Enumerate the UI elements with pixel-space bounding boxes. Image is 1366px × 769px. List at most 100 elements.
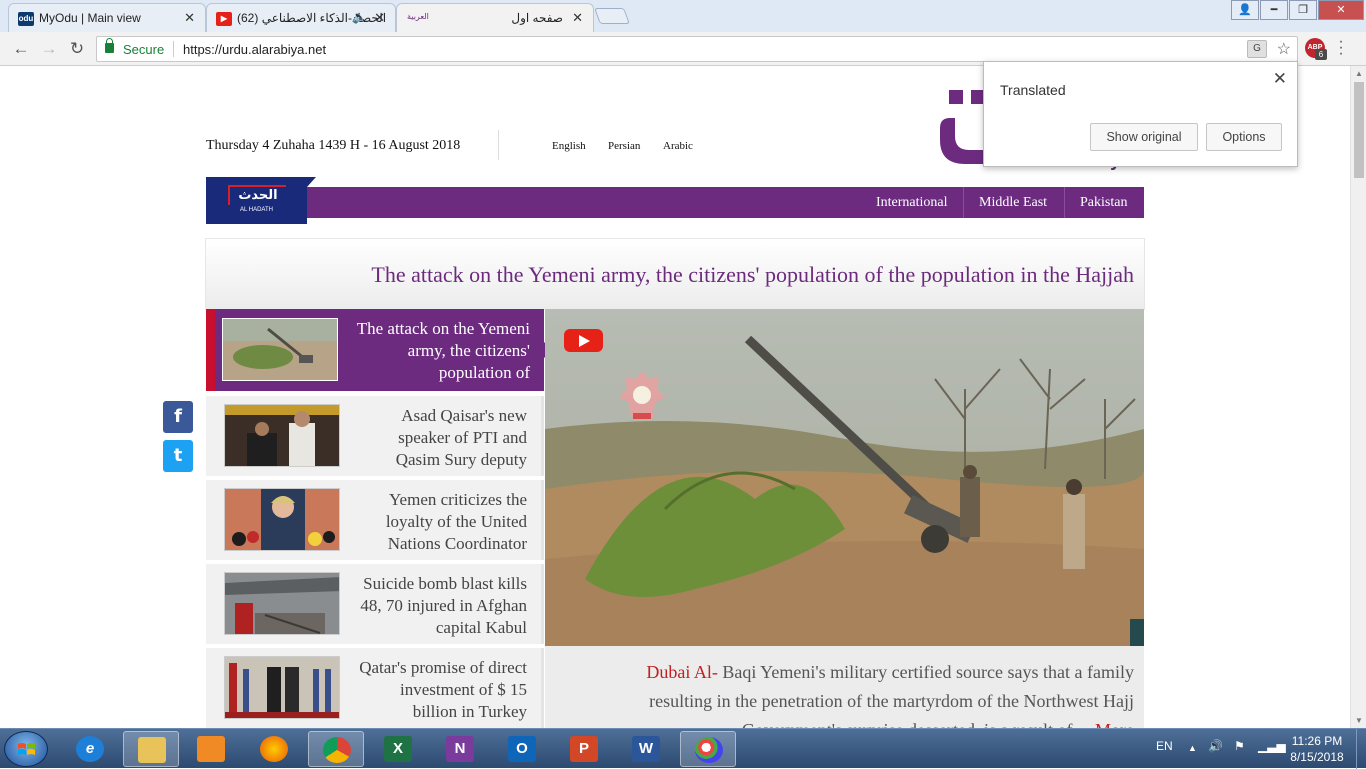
taskbar-chrome[interactable] [308, 731, 364, 767]
translate-status: Translated [1000, 82, 1066, 98]
secure-label: Secure [123, 42, 165, 57]
clock-date: 8/15/2018 [1290, 750, 1344, 764]
nav-international[interactable]: International [868, 187, 956, 218]
hadath-english-text: AL HADATH [239, 207, 273, 213]
show-desktop-button[interactable] [1356, 729, 1366, 769]
story-thumbnail [224, 488, 340, 551]
speaker-icon[interactable]: 🔈 [352, 10, 367, 24]
featured-video[interactable] [545, 309, 1144, 646]
story-title: Qatar's promise of direct investment of … [359, 658, 527, 721]
close-window-button[interactable]: ✕ [1318, 0, 1364, 20]
maximize-button[interactable]: ❐ [1289, 0, 1317, 20]
facebook-share-icon[interactable]: f [163, 401, 193, 433]
close-icon[interactable]: ✕ [1273, 69, 1287, 89]
show-original-button[interactable]: Show original [1090, 123, 1198, 151]
featured-headline[interactable]: The attack on the Yemeni army, the citiz… [371, 262, 1134, 288]
network-signal-icon[interactable]: ▁▃▅ [1258, 739, 1286, 753]
system-clock[interactable]: 11:26 PM 8/15/2018 [1284, 733, 1350, 765]
volume-icon[interactable]: 🔊 [1208, 739, 1223, 753]
translate-popup: Translated ✕ Show original Options [983, 61, 1298, 167]
clock-time: 11:26 PM [1291, 734, 1343, 748]
scroll-down-arrow-icon[interactable]: ▼ [1354, 716, 1364, 725]
user-profile-icon[interactable]: 👤 [1231, 0, 1259, 20]
tab-youtube[interactable]: ▶ (62) الحصاد-الذكاء الاصطناعي 🔈 ✕ [206, 3, 396, 32]
close-tab-icon[interactable]: ✕ [374, 10, 385, 26]
twitter-share-icon[interactable]: t [163, 440, 193, 472]
caption-place: Dubai Al- [646, 662, 718, 682]
story-item[interactable]: Qatar's promise of direct investment of … [206, 648, 544, 728]
taskbar-excel[interactable]: X [370, 731, 426, 767]
excel-icon: X [384, 736, 412, 762]
lang-english-link[interactable]: English [552, 140, 586, 152]
caption-text: Baqi Yemeni's military certified source … [649, 662, 1134, 728]
story-item-active[interactable]: The attack on the Yemeni army, the citiz… [206, 309, 553, 391]
media-player-icon [197, 736, 225, 762]
story-title: Asad Qaisar's new speaker of PTI and Qas… [395, 406, 527, 469]
alarabiya-icon: العربية [407, 12, 429, 21]
taskbar-onenote[interactable]: N [432, 731, 488, 767]
firefox-icon [260, 736, 288, 762]
lang-arabic-link[interactable]: Arabic [663, 140, 693, 152]
address-bar[interactable]: Secure https://urdu.alarabiya.net G ☆ [96, 36, 1298, 62]
yemeni-army-emblem-icon [619, 371, 665, 419]
show-hidden-icons-icon[interactable]: ▲ [1188, 743, 1197, 753]
outlook-icon: O [508, 736, 536, 762]
close-tab-icon[interactable]: ✕ [572, 10, 583, 26]
start-button[interactable] [4, 731, 48, 767]
hadath-arabic-text: الحدث [228, 185, 286, 205]
paint-palette-icon [695, 737, 723, 763]
input-language[interactable]: EN [1156, 739, 1173, 753]
lang-persian-link[interactable]: Persian [608, 140, 640, 152]
minimize-button[interactable]: ━ [1260, 0, 1288, 20]
chrome-icon [323, 737, 351, 763]
more-link[interactable]: More [1095, 720, 1134, 728]
browser-tab-strip: odu MyOdu | Main view ✕ ▶ (62) الحصاد-ال… [0, 0, 1366, 32]
new-tab-button[interactable] [594, 8, 630, 24]
taskbar-media-player[interactable] [183, 731, 239, 767]
url-text[interactable]: https://urdu.alarabiya.net [183, 42, 326, 57]
story-item[interactable]: Asad Qaisar's new speaker of PTI and Qas… [206, 396, 544, 476]
video-caption: Dubai Al- Baqi Yemeni's military certifi… [545, 646, 1144, 728]
video-frame [545, 309, 1144, 646]
onenote-icon: N [446, 736, 474, 762]
story-item[interactable]: Suicide bomb blast kills 48, 70 injured … [206, 564, 544, 644]
nav-pakistan[interactable]: Pakistan [1072, 187, 1135, 218]
options-button[interactable]: Options [1206, 123, 1282, 151]
tab-alarabiya[interactable]: العربية صفحه اول ✕ [396, 3, 594, 32]
browser-menu-icon[interactable]: · · · [1338, 34, 1344, 62]
scrollbar-thumb[interactable] [1354, 82, 1364, 178]
taskbar-firefox[interactable] [246, 731, 302, 767]
story-title: Yemen criticizes the loyalty of the Unit… [385, 490, 527, 553]
taskbar-outlook[interactable]: O [494, 731, 550, 767]
story-title: The attack on the Yemeni army, the citiz… [356, 319, 530, 382]
taskbar-word[interactable]: W [618, 731, 674, 767]
action-center-flag-icon[interactable]: ⚑ [1234, 739, 1245, 753]
story-thumbnail [222, 318, 338, 381]
reload-icon[interactable]: ↻ [66, 38, 88, 60]
featured-headline-box: The attack on the Yemeni army, the citiz… [205, 238, 1145, 310]
forward-arrow-icon[interactable]: → [38, 38, 60, 60]
translate-icon[interactable]: G [1247, 40, 1267, 58]
youtube-play-icon[interactable] [564, 329, 603, 352]
taskbar-internet-explorer[interactable]: e [62, 731, 118, 767]
page-scrollbar[interactable]: ▲ ▼ [1350, 66, 1366, 728]
taskbar-paint[interactable] [680, 731, 736, 767]
taskbar-powerpoint[interactable]: P [556, 731, 612, 767]
tab-title: MyOdu | Main view [39, 11, 141, 25]
nav-middle-east[interactable]: Middle East [971, 187, 1055, 218]
windows-taskbar: e X N O P W EN ▲ 🔊 ⚑ ▁▃▅ 11:26 PM 8/15/2… [0, 728, 1366, 769]
lock-icon [105, 38, 114, 53]
close-tab-icon[interactable]: ✕ [184, 10, 195, 26]
internet-explorer-icon: e [76, 736, 104, 762]
tab-myodu[interactable]: odu MyOdu | Main view ✕ [8, 3, 206, 32]
odu-icon: odu [18, 12, 34, 26]
alhadath-logo[interactable]: الحدث AL HADATH [206, 177, 316, 224]
scroll-up-arrow-icon[interactable]: ▲ [1354, 69, 1364, 78]
word-icon: W [632, 736, 660, 762]
windows-logo-icon [18, 743, 35, 755]
back-arrow-icon[interactable]: ← [10, 38, 32, 60]
taskbar-file-explorer[interactable] [123, 731, 179, 767]
page-date: Thursday 4 Zuhaha 1439 H - 16 August 201… [206, 138, 461, 153]
story-item[interactable]: Yemen criticizes the loyalty of the Unit… [206, 480, 544, 560]
bookmark-star-icon[interactable]: ☆ [1277, 39, 1291, 59]
